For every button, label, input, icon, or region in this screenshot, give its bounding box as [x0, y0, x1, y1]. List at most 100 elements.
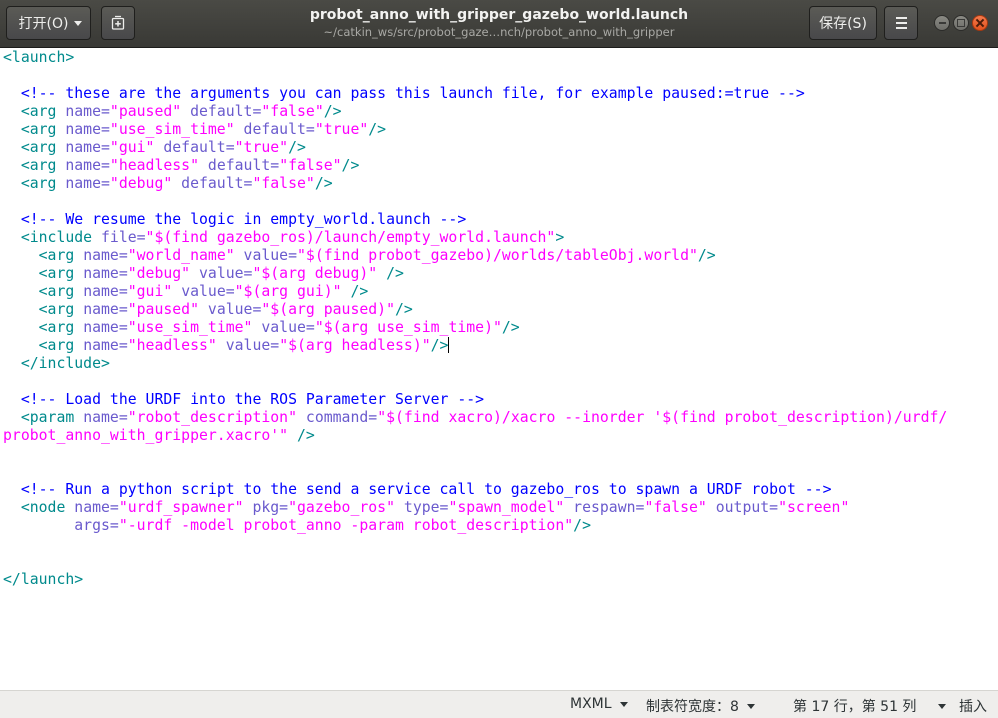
code-line: <!-- these are the arguments you can pas… [3, 85, 947, 103]
code-line: <arg name="use_sim_time" value="$(arg us… [3, 319, 947, 337]
code-token: /> [288, 427, 315, 444]
insert-mode-indicator[interactable]: 插入 [959, 696, 987, 716]
chevron-down-icon [619, 701, 628, 707]
code-line: <arg name="paused" default="false"/> [3, 103, 947, 121]
code-token: /> [395, 301, 413, 318]
code-line: <!-- We resume the logic in empty_world.… [3, 211, 947, 229]
code-line: <arg name="world_name" value="$(find pro… [3, 247, 947, 265]
code-token: "world_name" [127, 247, 235, 264]
code-token: /> [341, 283, 369, 300]
code-token: name= [83, 265, 128, 282]
language-selector[interactable]: MXML [570, 696, 628, 712]
code-token: <arg [3, 121, 66, 138]
code-token: "false" [279, 157, 342, 174]
code-token: "$(arg headless)" [279, 337, 431, 354]
save-button[interactable]: 保存(S) [809, 6, 877, 40]
code-token: name= [65, 175, 110, 192]
hamburger-icon [895, 17, 907, 29]
language-label: MXML [570, 696, 612, 712]
code-token: "gazebo_ros" [288, 499, 395, 516]
code-token: /> [323, 103, 342, 120]
code-token: "false" [644, 499, 707, 516]
open-button[interactable]: 打开(O) [6, 6, 91, 40]
code-token: <!-- We resume the logic in empty_world.… [20, 211, 467, 228]
cursor-position-selector[interactable]: 第 17 行，第 51 列 [793, 696, 947, 716]
code-token: <arg [3, 337, 84, 354]
header-bar: 打开(O) probot_anno_with_gripper_gazebo_wo… [0, 0, 998, 48]
code-token: "false" [252, 175, 315, 192]
window-title-area: probot_anno_with_gripper_gazebo_world.la… [250, 6, 748, 40]
chevron-down-icon [74, 20, 83, 26]
code-line: </include> [3, 355, 947, 373]
new-document-button[interactable] [101, 6, 135, 40]
code-token: "-urdf -model probot_anno -param robot_d… [118, 517, 574, 534]
code-token: <arg [3, 247, 84, 264]
code-token: "paused" [127, 301, 200, 318]
maximize-button[interactable] [953, 15, 969, 31]
code-token: <arg [3, 157, 66, 174]
code-token: <!-- Load the URDF into the ROS Paramete… [20, 391, 485, 408]
code-token: value= [216, 337, 280, 354]
window-title: probot_anno_with_gripper_gazebo_world.la… [309, 7, 689, 23]
code-token: type= [395, 499, 449, 516]
code-token: "urdf_spawner" [118, 499, 244, 516]
code-token: "$(arg gui)" [234, 283, 342, 300]
code-token: "$(arg paused)" [261, 301, 396, 318]
code-token: <include [3, 229, 101, 246]
code-content[interactable]: <launch> <!-- these are the arguments yo… [3, 49, 947, 589]
code-token: /> [697, 247, 716, 264]
code-token: output= [706, 499, 779, 516]
code-line: <include file="$(find gazebo_ros)/launch… [3, 229, 947, 247]
code-line: <launch> [3, 49, 947, 67]
code-line: <arg name="paused" value="$(arg paused)"… [3, 301, 947, 319]
code-token: <launch> [3, 49, 75, 66]
code-token: "robot_description" [127, 409, 297, 426]
code-token: name= [74, 499, 119, 516]
code-token: "use_sim_time" [109, 121, 235, 138]
tab-width-selector[interactable]: 制表符宽度：8 [646, 696, 755, 716]
code-line: <arg name="headless" value="$(arg headle… [3, 337, 947, 355]
code-token: <arg [3, 265, 84, 282]
code-token: "headless" [109, 157, 199, 174]
code-token: name= [65, 157, 110, 174]
code-token: default= [181, 103, 262, 120]
close-button[interactable] [972, 15, 988, 31]
code-token: name= [65, 121, 110, 138]
code-token: "paused" [109, 103, 182, 120]
tab-width-label: 制表符宽度：8 [646, 699, 739, 715]
code-token: <arg [3, 175, 66, 192]
code-token: default= [154, 139, 235, 156]
code-token: /> [377, 265, 404, 282]
code-token: "spawn_model" [448, 499, 565, 516]
code-line: <param name="robot_description" command=… [3, 409, 948, 427]
code-token: "headless" [127, 337, 217, 354]
text-editor[interactable]: <launch> <!-- these are the arguments yo… [0, 48, 998, 690]
code-token: name= [83, 247, 128, 264]
cursor-position-label: 第 17 行，第 51 列 [793, 699, 917, 715]
code-token: <!-- Run a python script to the send a s… [20, 481, 832, 498]
code-token: args= [3, 517, 119, 534]
code-line: <arg name="debug" value="$(arg debug)" /… [3, 265, 947, 283]
maximize-icon [957, 19, 965, 27]
chevron-down-icon [746, 703, 755, 709]
code-token: /> [573, 517, 591, 534]
menu-button[interactable] [884, 6, 918, 40]
code-token: name= [65, 103, 110, 120]
code-line: <!-- Run a python script to the send a s… [3, 481, 947, 499]
close-icon [975, 18, 985, 28]
code-token: name= [83, 337, 128, 354]
code-token: <arg [3, 301, 84, 318]
code-token: <arg [3, 319, 84, 336]
minimize-button[interactable] [934, 15, 950, 31]
code-token: > [555, 229, 565, 246]
code-token: </launch> [3, 571, 84, 588]
code-token: "$(find gazebo_ros)/launch/empty_world.l… [145, 229, 556, 246]
code-line: <arg name="gui" value="$(arg gui)" /> [3, 283, 947, 301]
open-button-label: 打开(O) [18, 16, 69, 32]
